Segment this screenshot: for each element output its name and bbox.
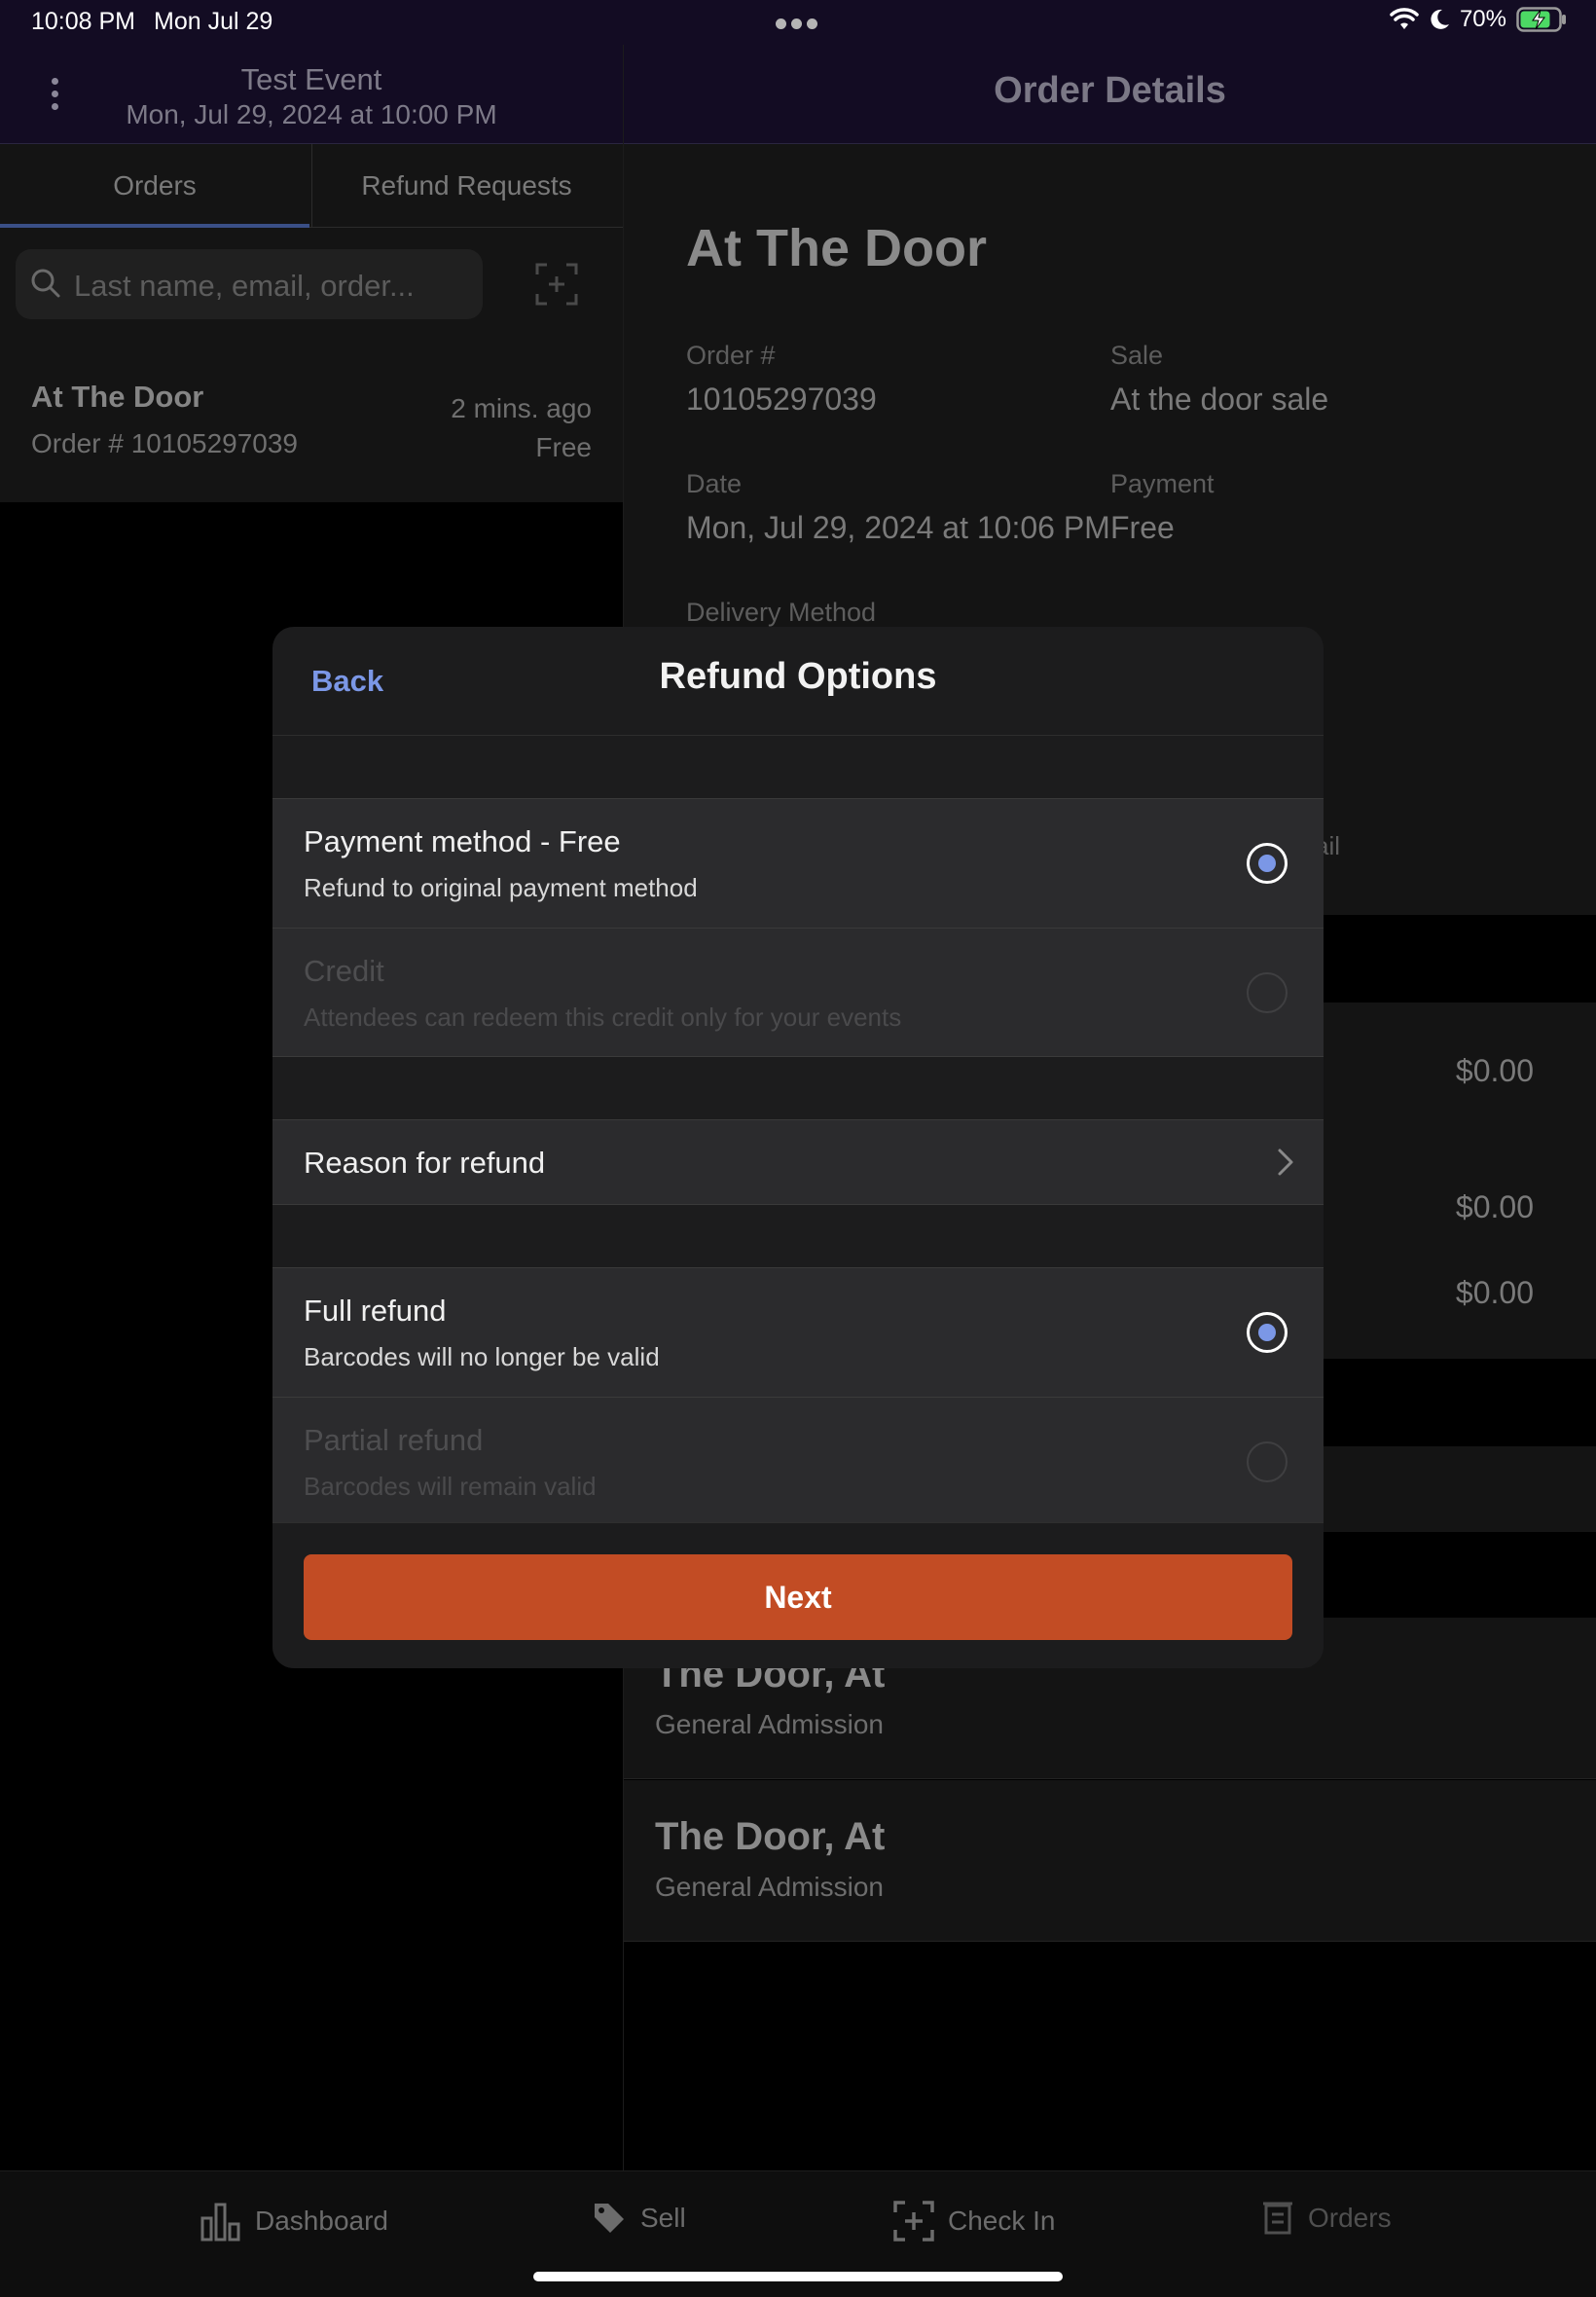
multitask-dots-icon[interactable] [776, 17, 822, 34]
option-subtitle: Attendees can redeem this credit only fo… [304, 1003, 902, 1032]
tab-dashboard[interactable]: Dashboard [200, 2201, 388, 2242]
date-value: Mon, Jul 29, 2024 at 10:06 PM [686, 510, 1110, 545]
radio-unselected-icon [1247, 1441, 1288, 1482]
delivery-method-label: Delivery Method [686, 598, 877, 627]
option-full-refund[interactable]: Full refund Barcodes will no longer be v… [272, 1268, 1324, 1397]
battery-percent: 70% [1459, 6, 1506, 32]
summary-value: $0.00 [1455, 1275, 1534, 1310]
attendee-row[interactable]: The Door, At General Admission [624, 1780, 1596, 1942]
status-time: 10:08 PM [31, 8, 136, 35]
option-title: Partial refund [304, 1423, 484, 1457]
order-title: At The Door [31, 380, 204, 414]
option-partial-refund: Partial refund Barcodes will remain vali… [272, 1397, 1324, 1525]
moon-icon [1431, 9, 1449, 29]
option-subtitle: Barcodes will remain valid [304, 1472, 597, 1501]
home-indicator[interactable] [533, 2272, 1063, 2281]
attendee-ticket-type: General Admission [655, 1872, 885, 1902]
reason-label: Reason for refund [304, 1146, 546, 1180]
order-number: Order # 10105297039 [31, 428, 298, 458]
tab-orders-bottom[interactable]: Orders [1261, 2201, 1392, 2236]
tab-label: Dashboard [255, 2206, 388, 2236]
refund-options-modal: Back Refund Options Payment method - Fre… [272, 627, 1324, 1668]
radio-selected-icon[interactable] [1247, 1312, 1288, 1353]
receipt-icon [1263, 2202, 1292, 2235]
payment-label: Payment [1110, 469, 1215, 498]
attendee-name: The Door, At [655, 1815, 886, 1858]
status-date: Mon Jul 29 [154, 8, 273, 35]
orders-tabs: Orders Refund Requests [0, 144, 623, 228]
event-date: Mon, Jul 29, 2024 at 10:00 PM [126, 99, 497, 129]
order-title-large: At The Door [686, 219, 987, 277]
order-number-value: 10105297039 [686, 382, 877, 417]
page-title: Order Details [994, 70, 1226, 111]
modal-title: Refund Options [659, 656, 937, 697]
modal-header: Back Refund Options [272, 627, 1324, 736]
search-row: Last name, email, order... [0, 228, 623, 339]
sale-value: At the door sale [1110, 382, 1329, 417]
order-number-label: Order # [686, 341, 776, 370]
payment-value: Free [1110, 510, 1175, 545]
radio-selected-icon[interactable] [1247, 843, 1288, 884]
option-subtitle: Refund to original payment method [304, 873, 698, 902]
option-subtitle: Barcodes will no longer be valid [304, 1342, 660, 1371]
date-label: Date [686, 469, 743, 498]
sale-label: Sale [1110, 341, 1164, 370]
tag-icon [595, 2204, 624, 2233]
event-title: Test Event [240, 62, 382, 96]
list-item[interactable]: At The Door Order # 10105297039 2 mins. … [0, 339, 623, 502]
scan-icon [893, 2201, 934, 2242]
wifi-icon [1390, 8, 1419, 29]
tab-orders[interactable]: Orders [0, 144, 309, 228]
tab-sell[interactable]: Sell [592, 2201, 686, 2236]
scan-icon[interactable] [535, 263, 578, 306]
attendee-ticket-type: General Admission [655, 1709, 885, 1739]
order-price: Free [535, 432, 592, 462]
tab-refund-requests[interactable]: Refund Requests [311, 144, 621, 228]
tab-label: Sell [640, 2203, 686, 2233]
next-button[interactable]: Next [304, 1554, 1292, 1640]
tab-label: Orders [1308, 2203, 1392, 2233]
modal-footer: Next [272, 1522, 1324, 1668]
refund-type-group: Full refund Barcodes will no longer be v… [272, 1267, 1324, 1526]
refund-method-group: Payment method - Free Refund to original… [272, 798, 1324, 1057]
order-time: 2 mins. ago [451, 393, 592, 423]
battery-charging-icon [1516, 7, 1566, 32]
option-title: Payment method - Free [304, 824, 621, 858]
event-header: Test Event Mon, Jul 29, 2024 at 10:00 PM [0, 45, 623, 144]
summary-value: $0.00 [1455, 1189, 1534, 1224]
status-indicators: 70% [1390, 6, 1567, 33]
status-bar: 10:08 PM Mon Jul 29 70% [0, 0, 1596, 45]
tab-check-in[interactable]: Check In [893, 2201, 1056, 2242]
option-payment-method[interactable]: Payment method - Free Refund to original… [272, 799, 1324, 928]
chevron-right-icon [1278, 1148, 1293, 1176]
search-icon [31, 269, 60, 298]
search-placeholder: Last name, email, order... [74, 269, 415, 303]
option-credit: Credit Attendees can redeem this credit … [272, 928, 1324, 1056]
summary-value: $0.00 [1455, 1053, 1534, 1088]
option-title: Full refund [304, 1294, 447, 1328]
tab-label: Check In [948, 2206, 1056, 2236]
order-details-header: Order Details [624, 45, 1596, 144]
option-title: Credit [304, 954, 384, 988]
reason-for-refund-row[interactable]: Reason for refund [272, 1119, 1324, 1205]
bar-chart-icon [200, 2203, 240, 2242]
radio-unselected-icon [1247, 972, 1288, 1013]
search-input[interactable]: Last name, email, order... [16, 249, 483, 319]
